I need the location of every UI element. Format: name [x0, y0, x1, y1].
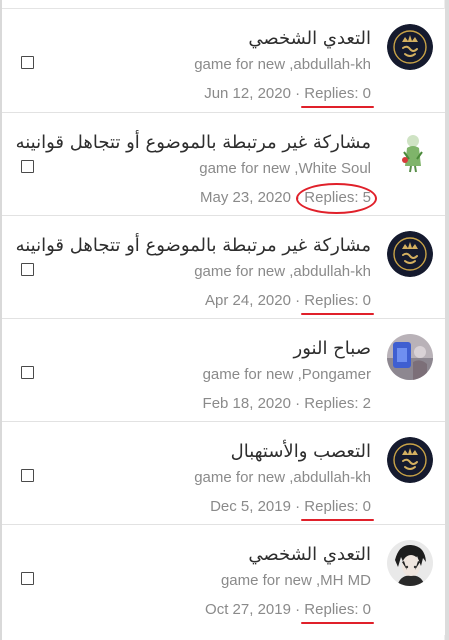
topic-text: التعدي الشخصي game for new ,MH MD Oct 27…	[41, 543, 374, 624]
select-checkbox[interactable]	[21, 56, 34, 69]
meta-separator: ·	[295, 395, 301, 412]
replies-label: Replies: 0	[304, 85, 371, 102]
topic-meta: Feb 18, 2020 · Replies: 2	[41, 393, 371, 415]
topic-date: Dec 5, 2019	[210, 498, 291, 515]
replies-label: Replies: 0	[304, 601, 371, 618]
meta-separator: ·	[295, 85, 301, 102]
crown-emblem-avatar[interactable]	[387, 231, 433, 277]
topic-title[interactable]: التعدي الشخصي	[41, 543, 371, 567]
topic-author[interactable]: game for new ,abdullah-kh	[41, 262, 371, 282]
topic-row[interactable]: التعدي الشخصي game for new ,abdullah-kh …	[2, 9, 445, 113]
topic-title[interactable]: مشاركة غير مرتبطة بالموضوع أو تتجاهل قوا…	[16, 234, 371, 258]
replies-count: Replies: 0	[301, 290, 374, 315]
topic-meta: Oct 27, 2019 · Replies: 0	[41, 599, 374, 624]
topic-meta: Jun 12, 2020 · Replies: 0	[41, 83, 374, 108]
topic-date: Oct 27, 2019	[205, 601, 291, 618]
topic-row[interactable]: صباح النور game for new ,Pongamer Feb 18…	[2, 319, 445, 422]
topic-date: Jun 12, 2020	[204, 85, 291, 102]
replies-label: Replies: 0	[304, 498, 371, 515]
red-underline-annotation	[301, 106, 374, 108]
crown-emblem-avatar[interactable]	[387, 24, 433, 70]
red-underline-annotation	[301, 622, 374, 624]
replies-label: Replies: 0	[304, 292, 371, 309]
topic-date: May 23, 2020	[200, 189, 291, 206]
crown-emblem-avatar[interactable]	[387, 437, 433, 483]
topic-row[interactable]: التعصب والأستهبال game for new ,abdullah…	[2, 422, 445, 525]
scrollbar[interactable]	[445, 0, 449, 640]
select-checkbox[interactable]	[21, 469, 34, 482]
replies-count: Replies: 5	[296, 183, 377, 214]
replies-count: Replies: 0	[301, 83, 374, 108]
topic-list: التعدي الشخصي game for new ,abdullah-kh …	[2, 9, 445, 635]
topic-text: مشاركة غير مرتبطة بالموضوع أو تتجاهل قوا…	[16, 131, 377, 214]
anime-character-avatar[interactable]	[387, 540, 433, 586]
topic-author[interactable]: game for new ,abdullah-kh	[41, 55, 371, 75]
replies-count: Replies: 0	[301, 496, 374, 521]
replies-label: Replies: 2	[304, 395, 371, 412]
topic-author[interactable]: game for new ,White Soul	[41, 159, 371, 179]
topic-meta: May 23, 2020 · Replies: 5	[41, 183, 377, 214]
select-checkbox[interactable]	[21, 160, 34, 173]
topic-text: التعدي الشخصي game for new ,abdullah-kh …	[41, 27, 374, 108]
red-circle-annotation	[296, 183, 377, 214]
topic-author[interactable]: game for new ,MH MD	[41, 571, 371, 591]
topic-title[interactable]: التعدي الشخصي	[41, 27, 371, 51]
topic-title[interactable]: صباح النور	[41, 337, 371, 361]
green-figure-avatar[interactable]	[387, 128, 433, 174]
topic-text: التعصب والأستهبال game for new ,abdullah…	[41, 440, 374, 521]
replies-count: Replies: 2	[304, 393, 371, 415]
topic-date: Apr 24, 2020	[205, 292, 291, 309]
topic-meta: Apr 24, 2020 · Replies: 0	[41, 290, 374, 315]
blue-photo-avatar[interactable]	[387, 334, 433, 380]
topic-title[interactable]: مشاركة غير مرتبطة بالموضوع أو تتجاهل قوا…	[16, 131, 371, 155]
select-checkbox[interactable]	[21, 572, 34, 585]
red-underline-annotation	[301, 519, 374, 521]
topic-row[interactable]: مشاركة غير مرتبطة بالموضوع أو تتجاهل قوا…	[2, 113, 445, 216]
topic-row[interactable]: مشاركة غير مرتبطة بالموضوع أو تتجاهل قوا…	[2, 216, 445, 319]
topic-date: Feb 18, 2020	[202, 395, 291, 412]
replies-count: Replies: 0	[301, 599, 374, 624]
topic-title[interactable]: التعصب والأستهبال	[41, 440, 371, 464]
topic-author[interactable]: game for new ,Pongamer	[41, 365, 371, 385]
topic-text: صباح النور game for new ,Pongamer Feb 18…	[41, 337, 371, 415]
topic-author[interactable]: game for new ,abdullah-kh	[41, 468, 371, 488]
topic-text: مشاركة غير مرتبطة بالموضوع أو تتجاهل قوا…	[16, 234, 374, 315]
topic-meta: Dec 5, 2019 · Replies: 0	[41, 496, 374, 521]
meta-separator: ·	[295, 498, 301, 515]
topic-row[interactable]: التعدي الشخصي game for new ,MH MD Oct 27…	[2, 525, 445, 635]
meta-separator: ·	[295, 292, 301, 309]
meta-separator: ·	[295, 601, 301, 618]
select-checkbox[interactable]	[21, 366, 34, 379]
red-underline-annotation	[301, 313, 374, 315]
select-checkbox[interactable]	[21, 263, 34, 276]
